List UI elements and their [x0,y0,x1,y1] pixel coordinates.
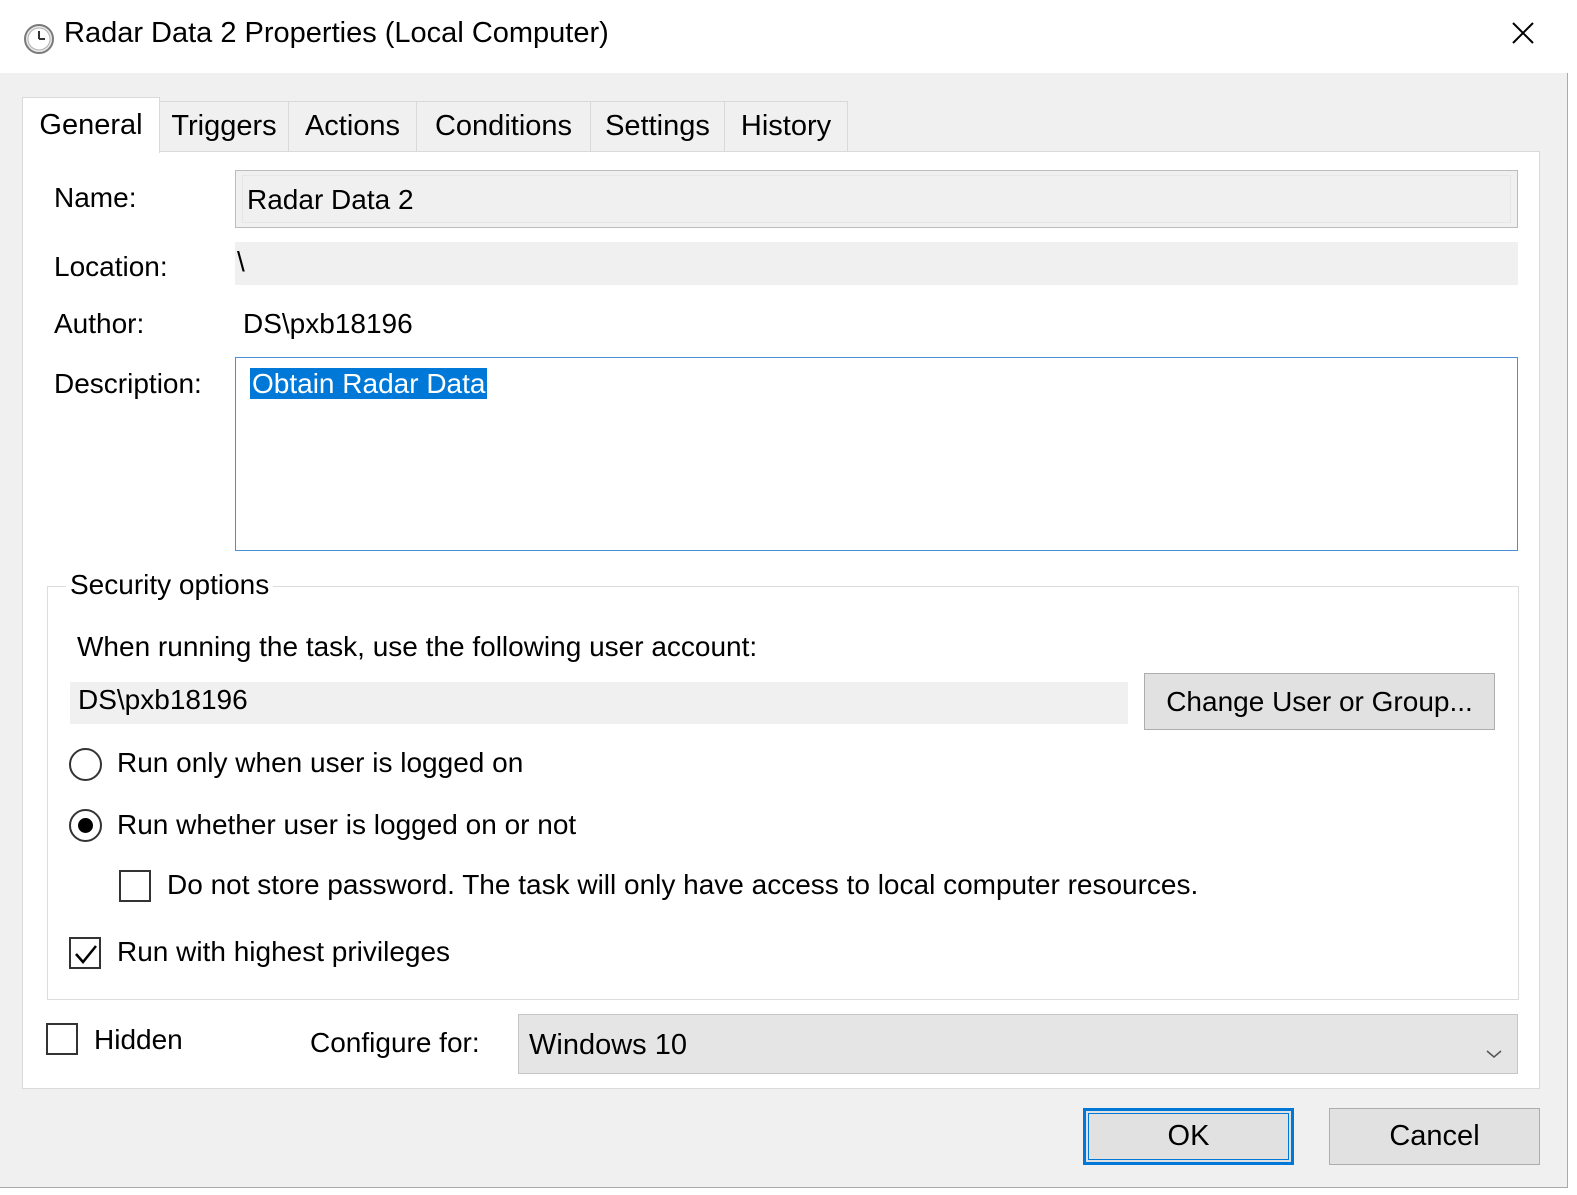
change-user-button[interactable]: Change User or Group... [1144,673,1495,730]
tab-settings[interactable]: Settings [590,101,725,151]
configure-for-label: Configure for: [310,1027,480,1058]
hidden-label[interactable]: Hidden [94,1024,183,1056]
author-label: Author: [54,308,145,339]
close-button[interactable] [1498,10,1548,60]
account-prompt: When running the task, use the following… [77,631,758,662]
location-label: Location: [54,251,168,282]
run-logged-on-label[interactable]: Run only when user is logged on [117,747,523,779]
tab-actions[interactable]: Actions [288,101,417,151]
radio-selected-dot [78,818,93,833]
tab-conditions[interactable]: Conditions [416,101,591,151]
task-properties-dialog: Radar Data 2 Properties (Local Computer)… [0,0,1568,1188]
window-title: Radar Data 2 Properties (Local Computer) [64,17,609,49]
no-store-password-checkbox[interactable] [119,870,151,902]
configure-for-select[interactable]: Windows 10 [518,1014,1518,1074]
configure-for-value: Windows 10 [529,1029,687,1061]
author-value: DS\pxb18196 [243,308,413,339]
close-icon [1511,21,1535,50]
ok-button[interactable]: OK [1083,1108,1294,1165]
clock-icon [23,23,55,55]
run-whether-label[interactable]: Run whether user is logged on or not [117,809,576,841]
description-value: Obtain Radar Data [250,368,488,399]
security-options-group: Security options When running the task, … [47,569,1519,1000]
hidden-checkbox[interactable] [46,1023,78,1055]
run-whether-radio[interactable] [69,809,102,842]
tab-general[interactable]: General [22,97,160,153]
no-store-password-label[interactable]: Do not store password. The task will onl… [167,869,1198,901]
location-value: \ [235,242,1518,285]
checkmark-icon [75,945,97,964]
tab-history[interactable]: History [724,101,848,151]
highest-privileges-label[interactable]: Run with highest privileges [117,936,450,968]
name-label: Name: [54,182,137,213]
chevron-down-icon [1485,1035,1503,1068]
description-label: Description: [54,368,202,399]
title-bar: Radar Data 2 Properties (Local Computer) [0,0,1568,73]
user-account-value: DS\pxb18196 [70,682,1128,724]
tab-triggers[interactable]: Triggers [159,101,289,151]
security-options-title: Security options [66,569,274,601]
description-field[interactable]: Obtain Radar Data [235,357,1518,551]
name-value: Radar Data 2 [242,175,1511,223]
ok-focus-ring [1088,1113,1289,1160]
highest-privileges-checkbox[interactable] [69,937,101,969]
name-field[interactable]: Radar Data 2 [235,170,1518,228]
run-logged-on-radio[interactable] [69,748,102,781]
general-panel: Name: Radar Data 2 Location: \ Author: D… [22,151,1540,1089]
cancel-button[interactable]: Cancel [1329,1108,1540,1165]
